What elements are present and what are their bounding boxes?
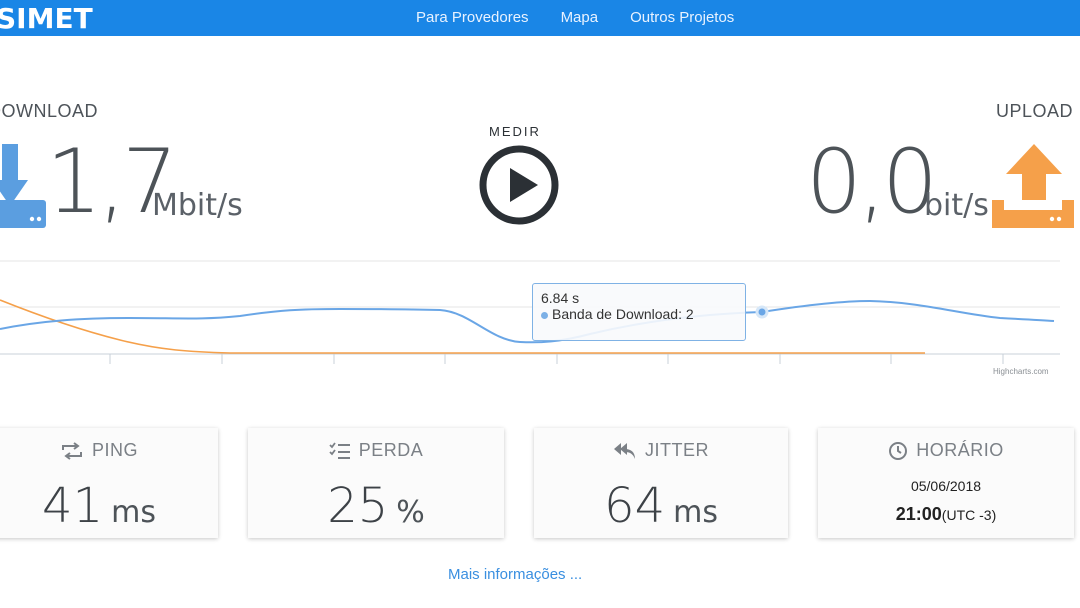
measure-label: MEDIR [489, 124, 541, 139]
perda-card: PERDA 25% [248, 428, 504, 538]
upload-speed-unit: bit/s [924, 188, 989, 223]
ping-value-row: 41 ms [0, 478, 218, 534]
upload-icon [992, 144, 1074, 228]
more-info-link[interactable]: Mais informações ... [448, 566, 582, 583]
measurement-date: 05/06/2018 [910, 478, 982, 494]
ping-label: PING [91, 440, 138, 460]
measurement-time-row: 21:00(UTC -3) [818, 504, 1074, 525]
ping-value: 41 [42, 478, 104, 534]
clock-icon [889, 441, 908, 460]
ping-header: PING [0, 440, 218, 461]
perda-value: 25 [327, 478, 389, 534]
perda-header: PERDA [248, 440, 504, 461]
chart-hover-point [755, 305, 769, 319]
perda-label: PERDA [358, 440, 424, 460]
logo[interactable]: SIMET [0, 2, 93, 35]
download-label: DOWNLOAD [0, 101, 99, 121]
tooltip-series: Banda de Download [552, 306, 679, 322]
jitter-card: JITTER 64 ms [534, 428, 788, 538]
jitter-header: JITTER [534, 440, 788, 461]
checklist-icon [329, 441, 350, 459]
measurement-time: 21:00 [895, 504, 942, 524]
jitter-unit: ms [673, 495, 718, 530]
nav-mapa[interactable]: Mapa [561, 9, 599, 26]
main-nav: Para Provedores Mapa Outros Projetos [416, 9, 766, 26]
jitter-value: 64 [604, 478, 666, 534]
tooltip-value: 2 [685, 306, 694, 322]
tooltip-time: 6.84 s [541, 290, 580, 306]
download-icon [0, 144, 46, 228]
top-bar: SIMET Para Provedores Mapa Outros Projet… [0, 0, 1080, 36]
horario-label: HORÁRIO [916, 440, 1004, 460]
perda-unit: % [396, 495, 425, 530]
download-speed-unit: Mbit/s [152, 188, 243, 223]
nav-para-provedores[interactable]: Para Provedores [416, 9, 529, 26]
upload-label: UPLOAD [996, 101, 1074, 121]
chart-credit[interactable]: Highcharts.com [993, 367, 1049, 376]
ping-card: PING 41 ms [0, 428, 218, 538]
series-dot-icon [541, 311, 548, 319]
horario-header: HORÁRIO [818, 440, 1074, 461]
horario-card: HORÁRIO 05/06/2018 21:00(UTC -3) [818, 428, 1074, 538]
repeat-icon [61, 441, 82, 460]
perda-value-row: 25% [248, 478, 504, 534]
upload-speed-value: 0,0 [806, 130, 938, 233]
measurement-timezone: (UTC -3) [941, 507, 997, 523]
jitter-value-row: 64 ms [534, 478, 788, 534]
jitter-label: JITTER [645, 440, 709, 460]
reply-all-icon [614, 442, 635, 459]
play-icon[interactable] [478, 144, 560, 226]
chart-tooltip: 6.84 s Banda de Download: 2 [532, 283, 746, 341]
nav-outros-projetos[interactable]: Outros Projetos [630, 9, 734, 26]
ping-unit: ms [111, 495, 156, 530]
tooltip-row: Banda de Download: 2 [541, 306, 737, 322]
